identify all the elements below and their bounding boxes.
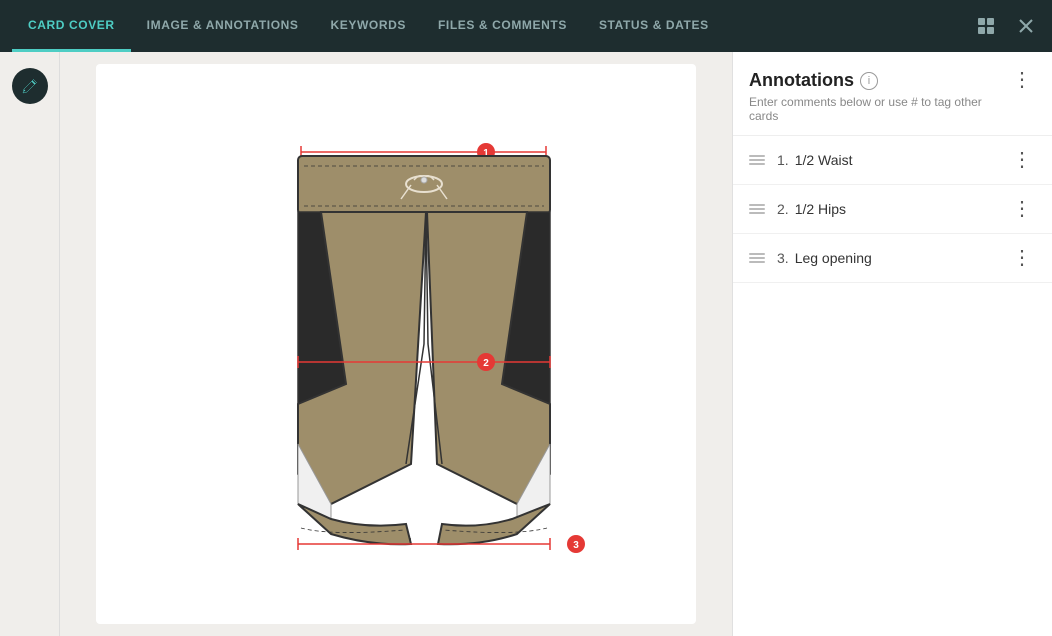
- panel-subtitle: Enter comments below or use # to tag oth…: [749, 95, 1008, 123]
- panel-menu-button[interactable]: ⋮: [1008, 70, 1036, 90]
- annotation-list: 1. 1/2 Waist ⋮ 2. 1/2 Hips ⋮: [733, 136, 1052, 283]
- edit-button[interactable]: [12, 68, 48, 104]
- tab-files-comments[interactable]: FILES & COMMENTS: [422, 0, 583, 52]
- pencil-icon: [22, 78, 38, 94]
- annotation-label: 1/2 Waist: [795, 152, 1008, 168]
- tab-keywords[interactable]: KEYWORDS: [315, 0, 422, 52]
- annotation-number: 1.: [777, 152, 789, 168]
- annotation-number: 2.: [777, 201, 789, 217]
- image-area: 1: [60, 52, 732, 636]
- annotation-label: Leg opening: [795, 250, 1008, 266]
- tab-card-cover[interactable]: CARD COVER: [12, 0, 131, 52]
- annotation-label: 1/2 Hips: [795, 201, 1008, 217]
- item-menu-button[interactable]: ⋮: [1008, 248, 1036, 268]
- top-navigation: CARD COVER IMAGE & ANNOTATIONS KEYWORDS …: [0, 0, 1052, 52]
- annotation-item[interactable]: 3. Leg opening ⋮: [733, 234, 1052, 283]
- panel-title-group: Annotations i Enter comments below or us…: [749, 70, 1008, 123]
- drag-handle[interactable]: [749, 204, 765, 214]
- svg-text:2: 2: [483, 358, 489, 369]
- close-icon: [1019, 19, 1033, 33]
- main-layout: 1: [0, 52, 1052, 636]
- panel-header: Annotations i Enter comments below or us…: [733, 52, 1052, 136]
- nav-actions: [972, 12, 1040, 40]
- image-container: 1: [96, 64, 696, 624]
- panel-title: Annotations: [749, 70, 854, 91]
- left-sidebar: [0, 52, 60, 636]
- tab-image-annotations[interactable]: IMAGE & ANNOTATIONS: [131, 0, 315, 52]
- annotations-panel: Annotations i Enter comments below or us…: [732, 52, 1052, 636]
- grid-icon: [977, 17, 995, 35]
- annotation-item[interactable]: 2. 1/2 Hips ⋮: [733, 185, 1052, 234]
- grid-view-button[interactable]: [972, 12, 1000, 40]
- annotation-item[interactable]: 1. 1/2 Waist ⋮: [733, 136, 1052, 185]
- tab-status-dates[interactable]: STATUS & DATES: [583, 0, 725, 52]
- drag-handle[interactable]: [749, 155, 765, 165]
- svg-text:3: 3: [573, 540, 579, 551]
- close-button[interactable]: [1012, 12, 1040, 40]
- item-menu-button[interactable]: ⋮: [1008, 150, 1036, 170]
- panel-title-row: Annotations i: [749, 70, 1008, 91]
- drag-handle[interactable]: [749, 253, 765, 263]
- item-menu-button[interactable]: ⋮: [1008, 199, 1036, 219]
- shorts-illustration: 1: [146, 84, 646, 604]
- annotation-number: 3.: [777, 250, 789, 266]
- info-icon[interactable]: i: [860, 72, 878, 90]
